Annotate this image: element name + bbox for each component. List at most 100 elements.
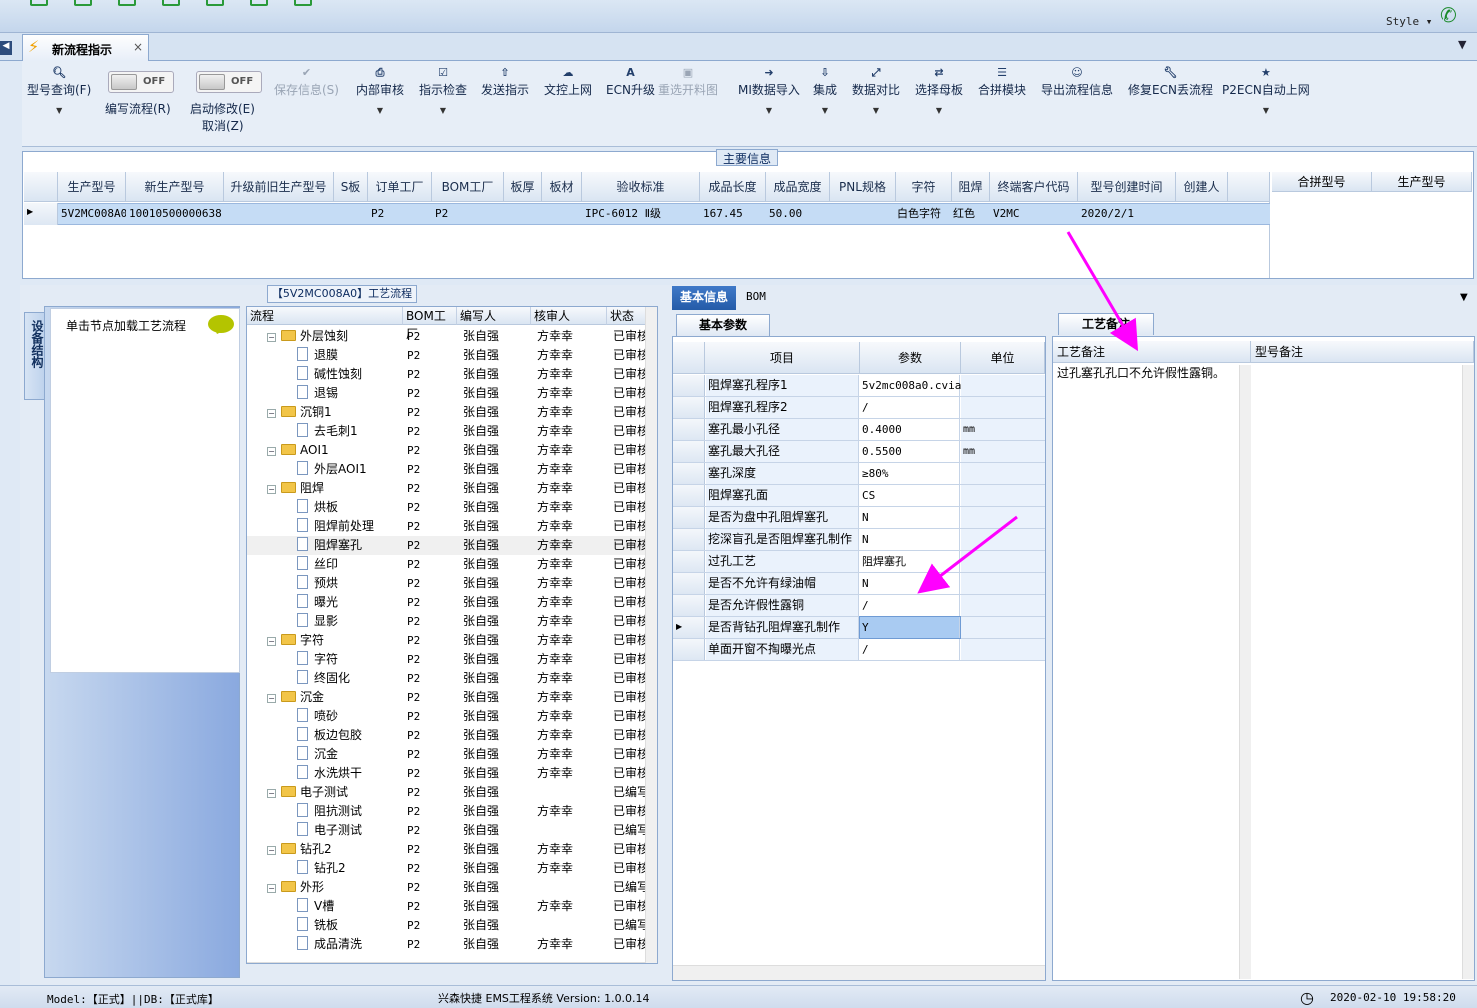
param-row[interactable]: 阻焊塞孔面 CS — [673, 485, 1045, 507]
tree-row[interactable]: 退膜 P2 张自强 方幸幸 已审核 — [247, 346, 647, 365]
collapse-icon[interactable]: − — [267, 846, 276, 855]
column-header[interactable]: 创建人 — [1176, 172, 1228, 202]
column-header[interactable]: 型号创建时间 — [1078, 172, 1176, 202]
quick-icon[interactable] — [162, 0, 180, 6]
param-value[interactable]: ≥80% — [860, 463, 960, 484]
column-header[interactable]: 验收标准 — [582, 172, 700, 202]
collapse-arrow-icon[interactable]: ◀ — [0, 41, 12, 55]
column-header[interactable]: 流程 — [247, 307, 403, 325]
collapse-icon[interactable]: − — [267, 409, 276, 418]
tree-group-row[interactable]: − 外层蚀刻 P2 张自强 方幸幸 已审核 — [247, 327, 647, 346]
column-header[interactable]: 字符 — [896, 172, 952, 202]
tree-row[interactable]: 预烘 P2 张自强 方幸幸 已审核 — [247, 574, 647, 593]
column-header[interactable]: S板 — [334, 172, 368, 202]
column-header[interactable]: 项目 — [705, 342, 860, 374]
tree-row[interactable]: 阻焊前处理 P2 张自强 方幸幸 已审核 — [247, 517, 647, 536]
column-header[interactable]: PNL规格 — [830, 172, 896, 202]
quick-icon[interactable] — [250, 0, 268, 6]
write-toggle[interactable]: OFF — [108, 71, 174, 93]
close-icon[interactable]: × — [133, 40, 143, 54]
param-row[interactable]: 挖深盲孔是否阻焊塞孔制作 N — [673, 529, 1045, 551]
collapse-icon[interactable]: − — [267, 447, 276, 456]
param-row[interactable]: 塞孔最小孔径 0.4000 mm — [673, 419, 1045, 441]
param-row[interactable]: 过孔工艺 阻焊塞孔 — [673, 551, 1045, 573]
collapse-icon[interactable]: − — [267, 884, 276, 893]
param-value[interactable]: CS — [860, 485, 960, 506]
tab-new-process[interactable]: ⚡ 新流程指示 × — [22, 34, 149, 61]
tree-row[interactable]: 碱性蚀刻 P2 张自强 方幸幸 已审核 — [247, 365, 647, 384]
tree-row[interactable]: 成品清洗 P2 张自强 方幸幸 已审核 — [247, 935, 647, 954]
param-value[interactable]: / — [860, 595, 960, 616]
tree-row[interactable]: 板边包胶 P2 张自强 方幸幸 已审核 — [247, 726, 647, 745]
column-header[interactable]: 参数 — [860, 342, 961, 374]
modify-toggle[interactable]: OFF — [196, 71, 262, 93]
column-header[interactable]: 成品宽度 — [766, 172, 830, 202]
select-mother-button[interactable]: ⇄ 选择母板 ▼ — [915, 66, 963, 115]
column-header[interactable]: 生产型号 — [58, 172, 126, 202]
quick-icon[interactable] — [118, 0, 136, 6]
tree-group-row[interactable]: − 外形 P2 张自强 已编写 — [247, 878, 647, 897]
param-row[interactable]: 塞孔最大孔径 0.5500 mm — [673, 441, 1045, 463]
quick-icon[interactable] — [206, 0, 224, 6]
column-header[interactable]: BOM工厂 — [432, 172, 504, 202]
param-row[interactable]: 塞孔深度 ≥80% — [673, 463, 1045, 485]
column-header[interactable]: 成品长度 — [700, 172, 766, 202]
param-row[interactable]: 单面开窗不掏曝光点 / — [673, 639, 1045, 661]
type-query-button[interactable]: 🔍︎ 型号查询(F) ▼ — [27, 66, 91, 115]
quick-icon[interactable] — [74, 0, 92, 6]
param-value[interactable]: / — [860, 639, 960, 660]
tree-row[interactable]: 钻孔2 P2 张自强 方幸幸 已审核 — [247, 859, 647, 878]
quick-icon[interactable] — [294, 0, 312, 6]
tree-row[interactable]: 曝光 P2 张自强 方幸幸 已审核 — [247, 593, 647, 612]
data-compare-button[interactable]: ⤢ 数据对比 ▼ — [852, 66, 900, 115]
tree-row[interactable]: 喷砂 P2 张自强 方幸幸 已审核 — [247, 707, 647, 726]
param-value[interactable]: 阻焊塞孔 — [860, 551, 960, 572]
internal-review-button[interactable]: ⎙ 内部审核 ▼ — [356, 66, 404, 115]
column-header[interactable]: 合拼型号 — [1272, 172, 1372, 192]
collapse-icon[interactable]: − — [267, 485, 276, 494]
param-row[interactable]: 阻焊塞孔程序2/ — [673, 397, 1045, 419]
process-remark-text[interactable]: 过孔塞孔孔口不允许假性露铜。 — [1057, 364, 1225, 381]
horizontal-scrollbar[interactable] — [247, 962, 645, 963]
send-indicate-button[interactable]: ⇧ 发送指示 — [481, 66, 529, 98]
column-header[interactable]: 升级前旧生产型号 — [224, 172, 334, 202]
tree-group-row[interactable]: − 沉金 P2 张自强 方幸幸 已审核 — [247, 688, 647, 707]
export-info-button[interactable]: ☺ 导出流程信息 — [1041, 66, 1113, 98]
tree-row[interactable]: 铣板 P2 张自强 已编写 — [247, 916, 647, 935]
tree-row[interactable]: 阻焊塞孔 P2 张自强 方幸幸 已审核 — [247, 536, 647, 555]
tab-process-remarks[interactable]: 工艺备注 — [1058, 313, 1154, 335]
column-header[interactable]: 新生产型号 — [126, 172, 224, 202]
param-value[interactable]: N — [860, 573, 960, 594]
p2ecn-button[interactable]: ★ P2ECN自动上网 ▼ — [1222, 66, 1310, 115]
vertical-scrollbar[interactable] — [1239, 365, 1251, 979]
merge-module-button[interactable]: ☰ 合拼模块 — [978, 66, 1026, 98]
tree-row[interactable]: 水洗烘干 P2 张自强 方幸幸 已审核 — [247, 764, 647, 783]
tab-basic-params[interactable]: 基本参数 — [676, 314, 770, 336]
column-header[interactable]: 阻焊 — [952, 172, 990, 202]
param-row[interactable]: ▶ 是否背钻孔阻焊塞孔制作 Y — [673, 616, 1045, 639]
tree-row[interactable]: 电子测试 P2 张自强 已编写 — [247, 821, 647, 840]
param-row[interactable]: 是否为盘中孔阻焊塞孔 N — [673, 507, 1045, 529]
collapse-icon[interactable]: − — [267, 694, 276, 703]
param-value[interactable]: 0.5500 — [860, 441, 960, 462]
indicate-check-button[interactable]: ☑ 指示检查 ▼ — [419, 66, 467, 115]
collapse-icon[interactable]: − — [267, 333, 276, 342]
doc-upload-button[interactable]: ☁ 文控上网 — [544, 66, 592, 98]
reselect-cut-button[interactable]: ▣ 重选开料图 — [658, 66, 718, 98]
tree-row[interactable]: 阻抗测试 P2 张自强 方幸幸 已审核 — [247, 802, 647, 821]
column-header[interactable]: 状态 — [607, 307, 647, 325]
vertical-scrollbar[interactable] — [1462, 365, 1474, 979]
collapse-icon[interactable]: − — [267, 637, 276, 646]
tree-row[interactable]: 外层AOI1 P2 张自强 方幸幸 已审核 — [247, 460, 647, 479]
tab-bom[interactable]: BOM — [746, 290, 766, 303]
tree-row[interactable]: 终固化 P2 张自强 方幸幸 已审核 — [247, 669, 647, 688]
cancel-button[interactable]: 取消(Z) — [202, 117, 244, 134]
tree-row[interactable]: 显影 P2 张自强 方幸幸 已审核 — [247, 612, 647, 631]
column-header[interactable]: 板材 — [542, 172, 582, 202]
param-value[interactable]: N — [860, 507, 960, 528]
style-menu[interactable]: Style ▾ — [1386, 15, 1432, 28]
tab-basic-info[interactable]: 基本信息 — [672, 286, 736, 310]
tree-group-row[interactable]: − 阻焊 P2 张自强 方幸幸 已审核 — [247, 479, 647, 498]
save-info-button[interactable]: ✔ 保存信息(S) — [274, 66, 339, 98]
tree-row[interactable]: 沉金 P2 张自强 方幸幸 已审核 — [247, 745, 647, 764]
